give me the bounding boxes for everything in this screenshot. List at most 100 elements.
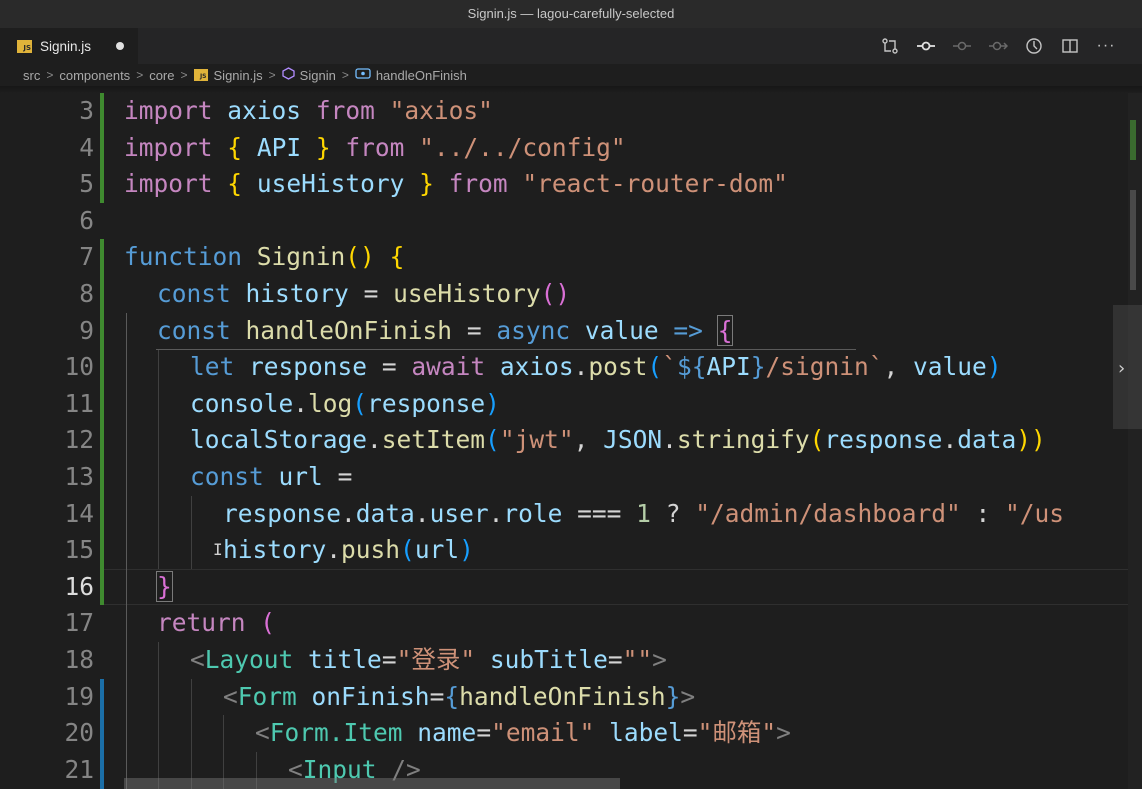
line-number[interactable]: 4 — [14, 130, 94, 167]
symbol-method-icon — [355, 67, 371, 83]
line-number[interactable]: 7 — [14, 239, 94, 276]
code-token: = — [381, 352, 397, 382]
code-token: . — [341, 498, 356, 528]
next-change-button[interactable] — [980, 28, 1016, 64]
code-token: log — [308, 388, 353, 418]
code-token: response — [223, 498, 342, 528]
code-token: { — [716, 314, 734, 346]
indent-guide — [158, 642, 159, 789]
line-number[interactable]: 14 — [14, 496, 94, 533]
code-line-19[interactable]: <Form onFinish={handleOnFinish}> — [223, 679, 695, 716]
code-token: user — [429, 498, 489, 528]
code-line-12[interactable]: localStorage.setItem("jwt", JSON.stringi… — [190, 422, 1046, 459]
git-commit-button[interactable] — [908, 28, 944, 64]
split-editor-button[interactable] — [1052, 28, 1088, 64]
line-number[interactable]: 19 — [14, 679, 94, 716]
more-actions-icon: ··· — [1096, 37, 1116, 54]
line-number[interactable]: 20 — [14, 715, 94, 752]
code-token: { — [389, 242, 405, 272]
gutter-line: 18 — [0, 642, 100, 679]
breadcrumb-item[interactable]: components — [59, 68, 130, 83]
code-line-9[interactable]: const handleOnFinish = async value => { — [157, 313, 734, 350]
breadcrumb: src > components > core > JS Signin.js >… — [0, 64, 1142, 86]
code-token: data — [957, 425, 1017, 455]
line-number[interactable]: 8 — [14, 276, 94, 313]
code-token: async — [496, 315, 571, 345]
line-number[interactable]: 11 — [14, 386, 94, 423]
timeline-button[interactable] — [1016, 28, 1052, 64]
code-token: { — [227, 169, 243, 199]
breadcrumb-item[interactable]: handleOnFinish — [376, 68, 467, 83]
line-number[interactable]: 10 — [14, 349, 94, 386]
window-title: Signin.js — lagou-carefully-selected — [467, 6, 675, 21]
line-number[interactable]: 6 — [14, 203, 94, 240]
code-line-14[interactable]: response.data.user.role === 1 ? "/admin/… — [223, 496, 1064, 533]
line-number[interactable]: 13 — [14, 459, 94, 496]
compare-changes-button[interactable] — [872, 28, 908, 64]
code-token: ( — [809, 425, 825, 455]
code-line-10[interactable]: let response = await axios.post(`${API}/… — [190, 349, 1002, 386]
line-number[interactable]: 12 — [14, 422, 94, 459]
code-token: . — [367, 425, 382, 455]
indent-guide — [126, 312, 127, 789]
line-number-active[interactable]: 16 — [14, 569, 94, 606]
previous-change-button[interactable] — [944, 28, 980, 64]
code-token: = — [476, 718, 492, 748]
line-number[interactable]: 3 — [14, 93, 94, 130]
line-number[interactable]: 18 — [14, 642, 94, 679]
code-token: import — [124, 96, 213, 125]
line-number[interactable]: 15 — [14, 532, 94, 569]
code-editor[interactable]: 3 4 5 6 7 8 9 10 11 12 13 14 15 16 17 18… — [0, 93, 1142, 789]
breadcrumb-item[interactable]: src — [23, 68, 40, 83]
code-token: /signin` — [765, 352, 884, 382]
compare-changes-icon — [882, 38, 898, 54]
code-token: ? — [665, 498, 681, 528]
code-token: ` — [662, 352, 677, 382]
code-token: url — [414, 535, 460, 565]
code-line-8[interactable]: const history = useHistory() — [157, 276, 570, 313]
code-line-16[interactable]: } — [156, 569, 173, 606]
indent-guide — [191, 495, 192, 569]
gutter-line: 21 — [0, 752, 100, 789]
code-token: { — [227, 132, 243, 162]
code-token: let — [190, 352, 235, 382]
line-number[interactable]: 21 — [14, 752, 94, 789]
code-line-4[interactable]: import { API } from "../../config" — [124, 130, 626, 167]
code-line-11[interactable]: console.log(response) — [190, 386, 500, 423]
code-token: push — [341, 535, 401, 565]
code-token: ) — [485, 388, 500, 418]
breadcrumb-item[interactable]: Signin — [300, 68, 336, 83]
unsaved-dot-icon[interactable] — [116, 42, 124, 50]
code-token: . — [942, 425, 958, 455]
timeline-icon — [1026, 38, 1042, 54]
tab-signin-js[interactable]: JS Signin.js — [0, 28, 138, 64]
code-token: role — [503, 498, 563, 528]
code-line-7[interactable]: function Signin() { — [124, 239, 404, 276]
code-token: , — [573, 425, 589, 455]
more-actions-button[interactable]: ··· — [1088, 28, 1124, 64]
breadcrumb-item[interactable]: core — [149, 68, 174, 83]
code-token: from — [448, 169, 508, 199]
code-token: "email" — [491, 718, 595, 748]
horizontal-scrollbar-thumb[interactable] — [124, 778, 620, 789]
breadcrumb-item[interactable]: Signin.js — [214, 68, 263, 83]
code-line-17[interactable]: return ( — [157, 605, 275, 642]
gutter-line: 19 — [0, 679, 100, 716]
peek-chevron-icon[interactable]: › — [1118, 358, 1125, 379]
code-token: Layout — [204, 645, 294, 674]
code-line-15[interactable]: history.push(url) — [223, 532, 474, 569]
line-number[interactable]: 5 — [14, 166, 94, 203]
code-line-3[interactable]: import axios from "axios" — [124, 93, 493, 130]
next-change-icon — [989, 41, 1008, 51]
code-line-18[interactable]: <Layout title="登录" subTitle=""> — [190, 642, 667, 679]
code-line-5[interactable]: import { useHistory } from "react-router… — [124, 166, 788, 203]
code-line-20[interactable]: <Form.Item name="email" label="邮箱"> — [255, 715, 791, 752]
code-token: axios — [499, 352, 574, 382]
code-token: ) — [459, 535, 474, 565]
line-number[interactable]: 9 — [14, 313, 94, 350]
code-token: ${ — [676, 352, 707, 382]
code-line-13[interactable]: const url = — [190, 459, 352, 496]
code-token: . — [414, 498, 430, 528]
line-number[interactable]: 17 — [14, 605, 94, 642]
code-token: from — [315, 96, 375, 125]
